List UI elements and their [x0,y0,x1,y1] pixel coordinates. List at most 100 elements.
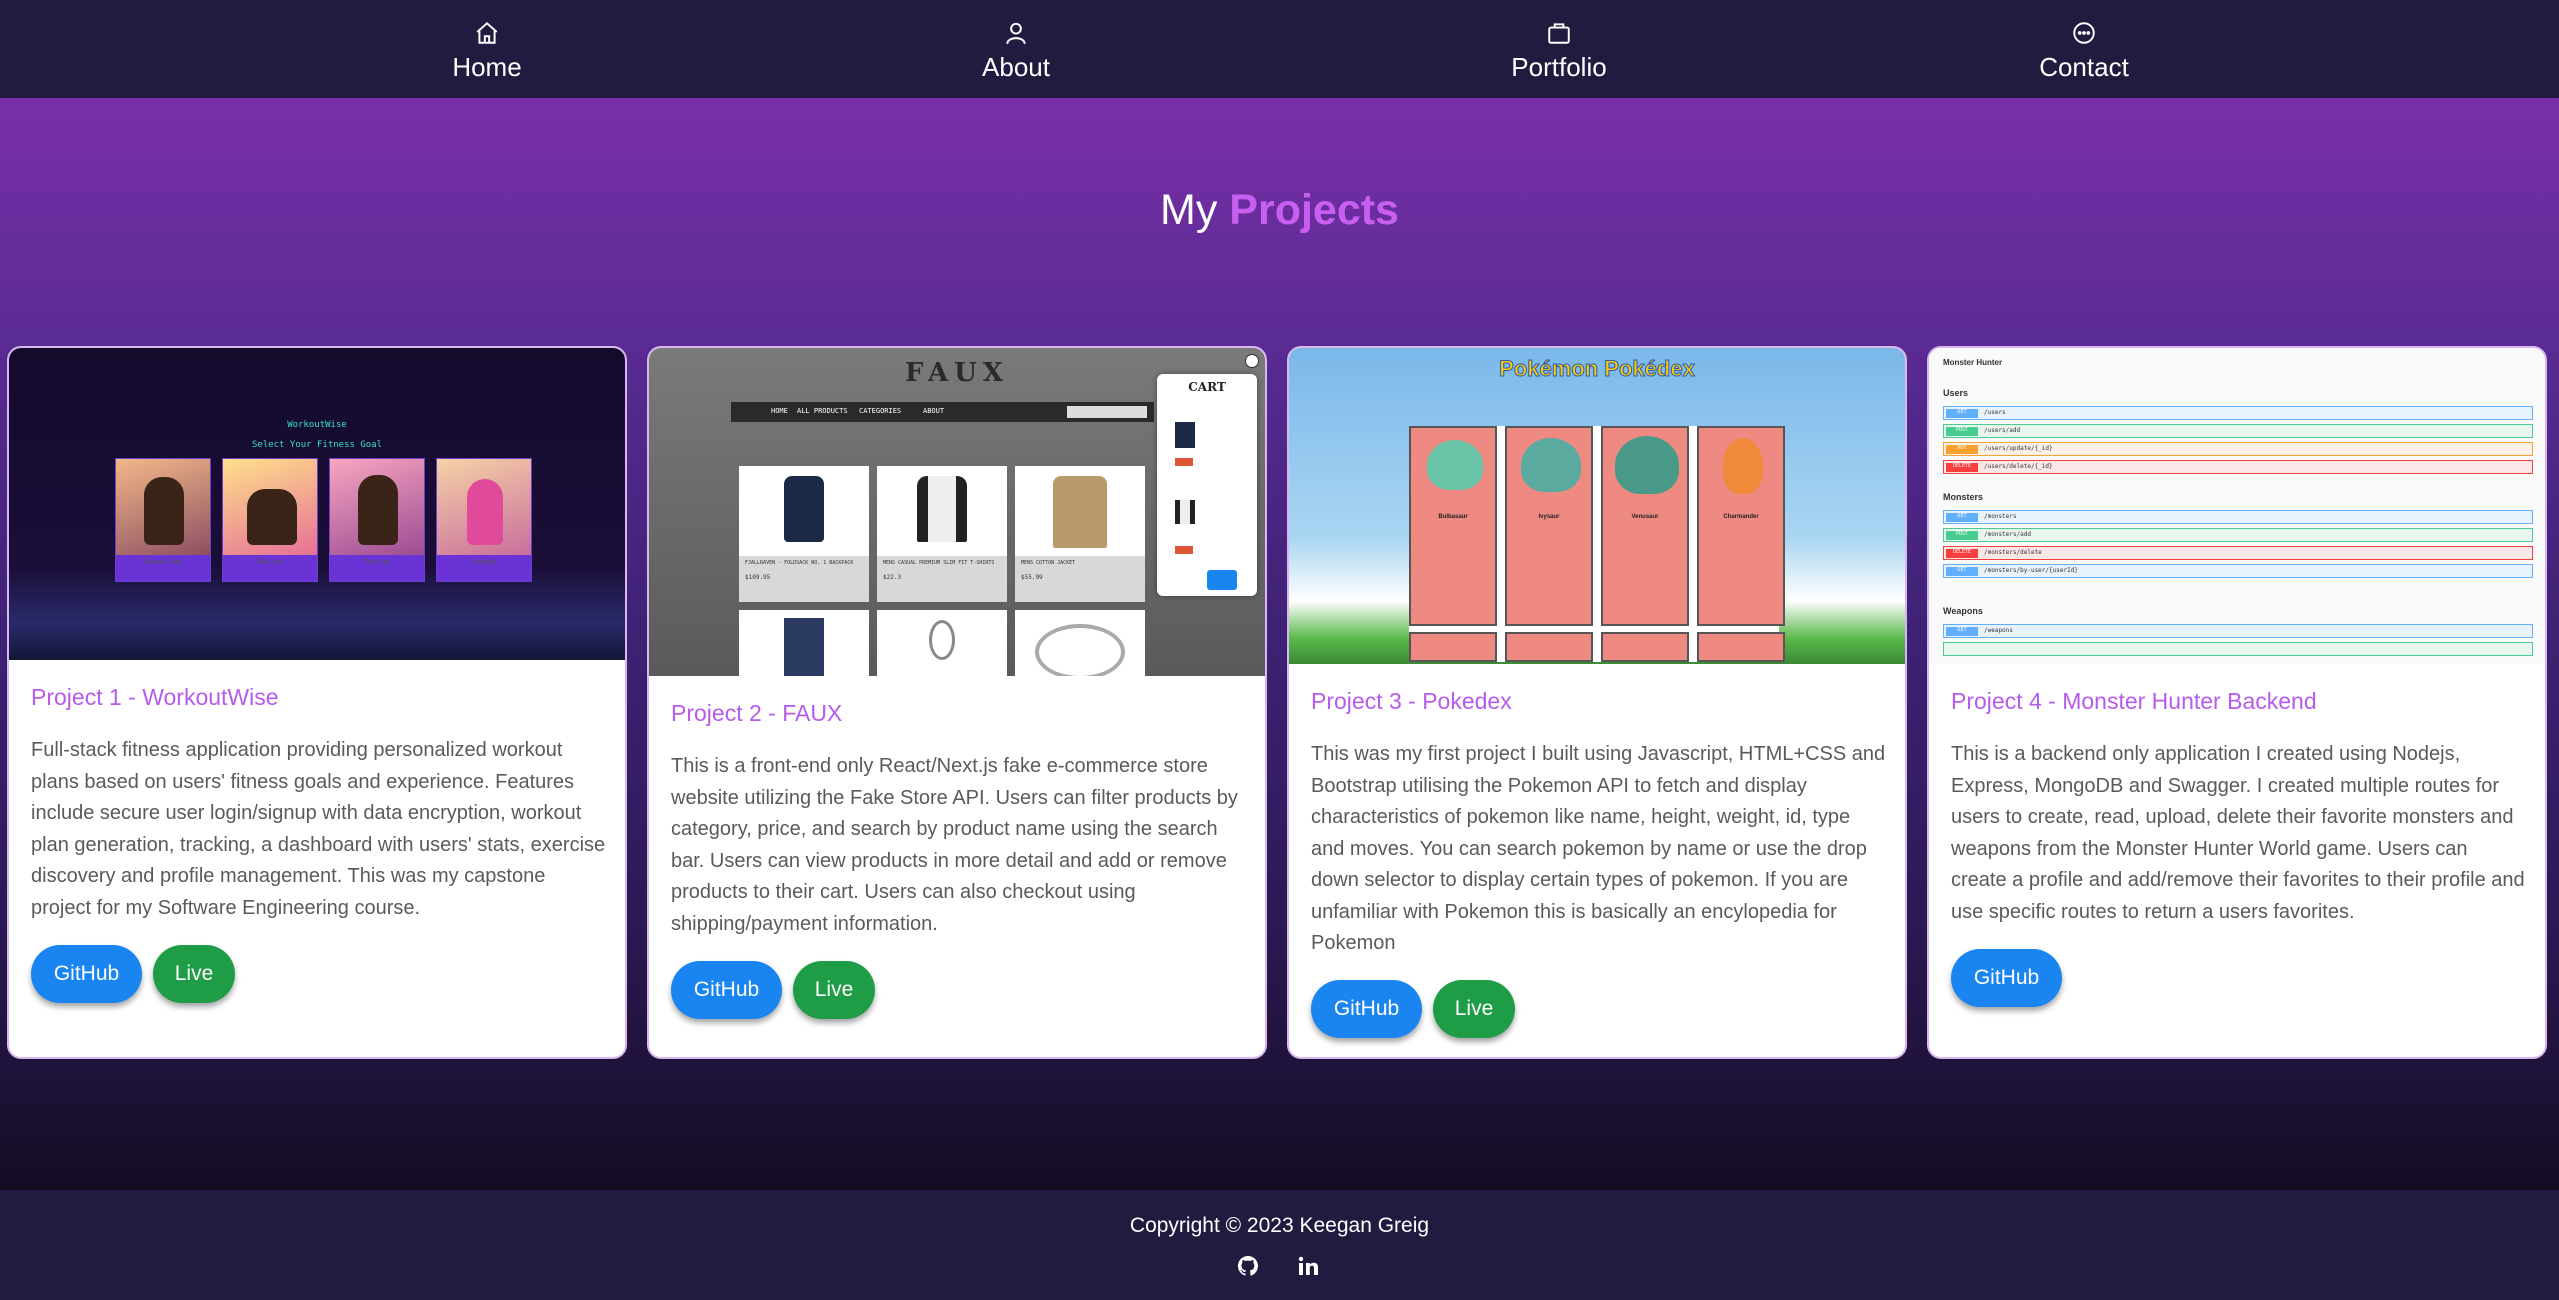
athlete-figure [358,475,398,545]
product-price: $22.3 [883,574,902,581]
product-tile[interactable]: FJALLRAVEN - FOLDSACK NO. 1 BACKPACK $10… [739,466,869,602]
route-row[interactable]: POST/monsters/add [1943,528,2533,542]
project-screenshot-workoutwise: WorkoutWise Select Your Fitness Goal Mus… [9,348,625,660]
menu-item: ALL PRODUCTS [797,407,848,415]
nav-about-label: About [982,52,1050,82]
nav-contact-label: Contact [2039,52,2129,82]
swagger-section: Monsters [1943,492,1984,502]
pokemon-name: Venusaur [1631,514,1659,520]
project-card-workoutwise: WorkoutWise Select Your Fitness Goal Mus… [7,346,627,1059]
goal-label: Mobility [437,555,531,581]
route-row[interactable]: DELETE/monsters/delete [1943,546,2533,560]
cart-title: CART [1188,380,1226,394]
project-screenshot-monster-hunter: Monster Hunter Users GET/users POST/user… [1929,348,2545,664]
product-image [784,476,824,542]
live-button[interactable]: Live [793,961,875,1019]
project-description: This is a backend only application I cre… [1951,743,2525,923]
product-name: MENS COTTON JACKET [1021,560,1076,566]
project-title: Project 4 - Monster Hunter Backend [1951,688,2317,714]
screenshot-brand: Monster Hunter [1943,358,2003,367]
pokemon-card[interactable]: Ivysaur [1505,426,1593,626]
pokemon-grid: Bulbasaur Ivysaur Venusaur Charmander [1409,426,1785,662]
close-icon[interactable] [1245,354,1259,368]
nav-home[interactable]: Home [417,20,557,83]
project-title: Project 1 - WorkoutWise [31,684,279,710]
nav-about[interactable]: About [946,20,1086,83]
project-description: Full-stack fitness application providing… [31,739,606,919]
product-tile[interactable] [1015,610,1145,676]
github-icon[interactable] [1236,1254,1260,1278]
athlete-figure [144,477,184,545]
linkedin-icon[interactable] [1296,1254,1320,1278]
page-title-accent: Projects [1229,186,1399,234]
route-row[interactable]: GET/monsters [1943,510,2533,524]
pokemon-name: Ivysaur [1538,514,1560,520]
checkout-button[interactable] [1207,570,1237,590]
project-screenshot-faux: FAUX HOME ALL PRODUCTS CATEGORIES ABOUT … [649,348,1265,676]
athlete-figure [467,479,503,545]
pokemon-card[interactable]: Bulbasaur [1409,426,1497,626]
nav-contact[interactable]: Contact [2014,20,2154,83]
product-price: $55.99 [1021,574,1043,581]
menu-item: HOME [771,407,788,415]
nav-portfolio[interactable]: Portfolio [1489,20,1629,83]
page-title-prefix: My [1160,186,1218,234]
nav-portfolio-label: Portfolio [1511,52,1607,82]
github-button[interactable]: GitHub [671,961,782,1019]
route-row[interactable]: PUT/users/update/{_id} [1943,442,2533,456]
nav-home-label: Home [452,52,522,82]
product-tile[interactable]: MENS COTTON JACKET $55.99 [1015,466,1145,602]
live-button[interactable]: Live [153,945,235,1003]
product-tile[interactable] [877,610,1007,676]
live-button[interactable]: Live [1433,980,1515,1038]
home-icon [476,21,498,44]
product-tile[interactable]: MENS CASUAL PREMIUM SLIM FIT T-SHIRTS $2… [877,466,1007,602]
goal-label: Muscle Gain [116,555,210,581]
goal-tile[interactable]: Mobility [436,458,532,582]
goal-label: Tone up [330,555,424,581]
github-button[interactable]: GitHub [1311,980,1422,1038]
product-name: FJALLRAVEN - FOLDSACK NO. 1 BACKPACK [745,560,854,566]
product-image [917,476,967,542]
github-button[interactable]: GitHub [1951,949,2062,1007]
project-description: This was my first project I built using … [1311,743,1886,954]
pokemon-name: Bulbasaur [1438,514,1468,520]
goal-tile[interactable]: Fat Loss [222,458,318,582]
project-card-pokedex: Pokémon Pokédex Bulbasaur Ivysaur Venusa… [1287,346,1907,1059]
goal-label: Fat Loss [223,555,317,581]
top-navbar: Home About Portfolio Contact [0,0,2559,98]
product-price: $109.95 [745,574,771,581]
route-row[interactable]: GET/users [1943,406,2533,420]
pokemon-card[interactable]: Venusaur [1601,426,1689,626]
page-title: My Projects [0,186,2559,235]
screenshot-menu: HOME ALL PRODUCTS CATEGORIES ABOUT [731,402,1154,422]
goal-tile[interactable]: Tone up [329,458,425,582]
project-card-monster-hunter: Monster Hunter Users GET/users POST/user… [1927,346,2547,1059]
user-icon [1006,22,1026,45]
swagger-section: Weapons [1943,606,1983,616]
route-row[interactable]: GET/monsters/by-user/{userId} [1943,564,2533,578]
product-name: MENS CASUAL PREMIUM SLIM FIT T-SHIRTS [883,560,995,566]
project-title: Project 3 - Pokedex [1311,688,1512,714]
project-title: Project 2 - FAUX [671,700,843,726]
github-button[interactable]: GitHub [31,945,142,1003]
goal-tile[interactable]: Muscle Gain [115,458,211,582]
cart-panel: CART [1157,374,1257,596]
screenshot-brand: WorkoutWise [287,420,347,430]
chat-icon [2073,22,2095,44]
swagger-section: Users [1943,388,1969,398]
projects-section: My Projects WorkoutWise Select Your Fitn… [0,98,2559,1190]
route-row[interactable]: GET/weapons [1943,624,2533,638]
screenshot-subtitle: Select Your Fitness Goal [251,440,383,450]
route-row[interactable]: POST/users/add [1943,424,2533,438]
briefcase-icon [1548,23,1570,44]
product-tile[interactable] [739,610,869,676]
search-box[interactable] [1067,406,1147,418]
route-row[interactable]: DELETE/users/delete/{_id} [1943,460,2533,474]
project-card-faux: FAUX HOME ALL PRODUCTS CATEGORIES ABOUT … [647,346,1267,1059]
pokemon-card[interactable]: Charmander [1697,426,1785,626]
footer: Copyright © 2023 Keegan Greig [0,1190,2559,1300]
project-description: This is a front-end only React/Next.js f… [671,755,1238,935]
menu-item: CATEGORIES [859,407,902,415]
athlete-figure [247,489,297,545]
